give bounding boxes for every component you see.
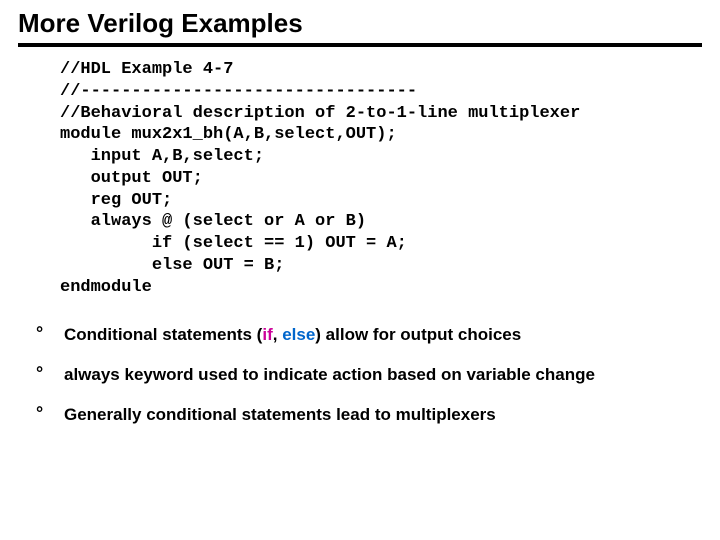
code-block: //HDL Example 4-7 //--------------------… [60, 59, 702, 298]
code-line: else OUT = B; [60, 256, 284, 275]
code-line: always @ (select or A or B) [60, 212, 366, 231]
bullet-text: Conditional statements ( [64, 325, 262, 344]
code-line: //Behavioral description of 2-to-1-line … [60, 104, 580, 123]
code-line: output OUT; [60, 169, 203, 188]
code-line: module mux2x1_bh(A,B,select,OUT); [60, 125, 397, 144]
keyword-always: always [64, 365, 120, 384]
code-line: if (select == 1) OUT = A; [60, 234, 407, 253]
code-line: endmodule [60, 278, 152, 297]
keyword-if: if [262, 325, 272, 344]
bullet-text: keyword used to indicate action based on… [120, 365, 595, 384]
bullet-item: Generally conditional statements lead to… [36, 404, 702, 426]
bullet-item: always keyword used to indicate action b… [36, 364, 702, 386]
bullet-item: Conditional statements (if, else) allow … [36, 324, 702, 346]
code-line: //--------------------------------- [60, 82, 417, 101]
code-line: reg OUT; [60, 191, 172, 210]
keyword-else: else [282, 325, 315, 344]
slide: More Verilog Examples //HDL Example 4-7 … [0, 0, 720, 540]
bullet-list: Conditional statements (if, else) allow … [36, 324, 702, 426]
bullet-text: , [273, 325, 282, 344]
slide-title: More Verilog Examples [18, 8, 702, 47]
code-line: input A,B,select; [60, 147, 264, 166]
bullet-text: Generally conditional statements lead to… [64, 405, 496, 424]
code-line: //HDL Example 4-7 [60, 60, 233, 79]
bullet-text: ) allow for output choices [315, 325, 521, 344]
